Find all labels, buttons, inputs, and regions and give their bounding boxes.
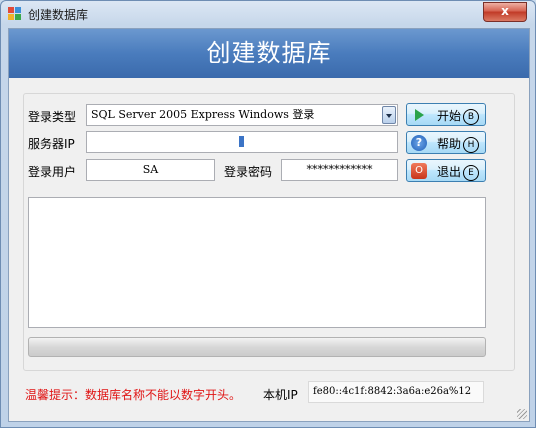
help-button-label: 帮助 [437, 137, 462, 151]
client-area: 创建数据库 登录类型 SQL Server 2005 Express Windo… [8, 28, 530, 422]
user-value: SA [142, 163, 159, 176]
progress-bar [28, 337, 486, 357]
log-textarea[interactable] [28, 197, 486, 328]
user-label: 登录用户 [28, 165, 77, 179]
password-value: ************ [306, 163, 373, 176]
local-ip-value: fe80::4c1f:8842:3a6a:e26a%12 [313, 386, 472, 397]
resize-grip[interactable] [517, 409, 527, 419]
server-ip-label: 服务器IP [28, 137, 75, 151]
password-input[interactable]: ************ [281, 159, 398, 181]
login-type-label: 登录类型 [28, 110, 77, 124]
title-bar[interactable]: 创建数据库 x [1, 1, 535, 27]
help-button[interactable]: ? 帮助 H [406, 131, 486, 154]
close-button[interactable]: x [483, 2, 527, 22]
close-icon: x [501, 4, 509, 18]
text-cursor [239, 136, 244, 147]
exit-button[interactable]: O 退出 E [406, 159, 486, 182]
exit-shortcut-key: E [463, 164, 480, 181]
exit-icon: O [411, 163, 427, 179]
window-title: 创建数据库 [28, 8, 89, 22]
window: 创建数据库 x 创建数据库 登录类型 SQL Server 2005 Expre… [0, 0, 536, 428]
help-shortcut-key: H [463, 136, 480, 153]
chevron-down-icon[interactable] [382, 106, 396, 124]
banner-title: 创建数据库 [9, 29, 529, 78]
start-button[interactable]: 开始 B [406, 103, 486, 126]
local-ip-label: 本机IP [263, 388, 298, 402]
local-ip-field[interactable]: fe80::4c1f:8842:3a6a:e26a%12 [308, 381, 484, 403]
help-icon: ? [411, 135, 427, 151]
play-icon [415, 109, 424, 121]
user-input[interactable]: SA [86, 159, 215, 181]
password-label: 登录密码 [224, 165, 273, 179]
server-ip-input[interactable] [86, 131, 398, 153]
app-icon [8, 7, 22, 21]
login-type-select[interactable]: SQL Server 2005 Express Windows 登录 [86, 104, 398, 126]
start-button-label: 开始 [437, 109, 462, 123]
start-shortcut-key: B [463, 108, 480, 125]
form-panel: 登录类型 SQL Server 2005 Express Windows 登录 … [23, 93, 515, 371]
login-type-value: SQL Server 2005 Express Windows 登录 [91, 108, 315, 121]
hint-text: 温馨提示：数据库名称不能以数字开头。 [25, 388, 242, 402]
exit-button-label: 退出 [437, 165, 462, 179]
